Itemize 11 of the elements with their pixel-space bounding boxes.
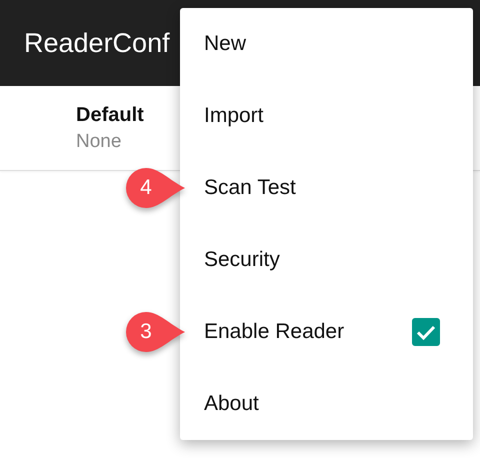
menu-item[interactable]: About xyxy=(204,392,440,416)
menu-item[interactable]: Enable Reader xyxy=(204,320,412,344)
menu-item[interactable]: New xyxy=(204,32,440,56)
menu-item[interactable]: Scan Test xyxy=(204,176,440,200)
list-item-subtitle: None xyxy=(76,130,122,152)
callout-marker: 3 xyxy=(124,311,186,353)
callout-marker: 4 xyxy=(124,167,186,209)
menu-item[interactable]: Security xyxy=(204,248,440,272)
app-title: ReaderConf xyxy=(24,28,170,58)
menu-item[interactable]: Import xyxy=(204,104,440,128)
checkbox[interactable] xyxy=(412,318,440,346)
